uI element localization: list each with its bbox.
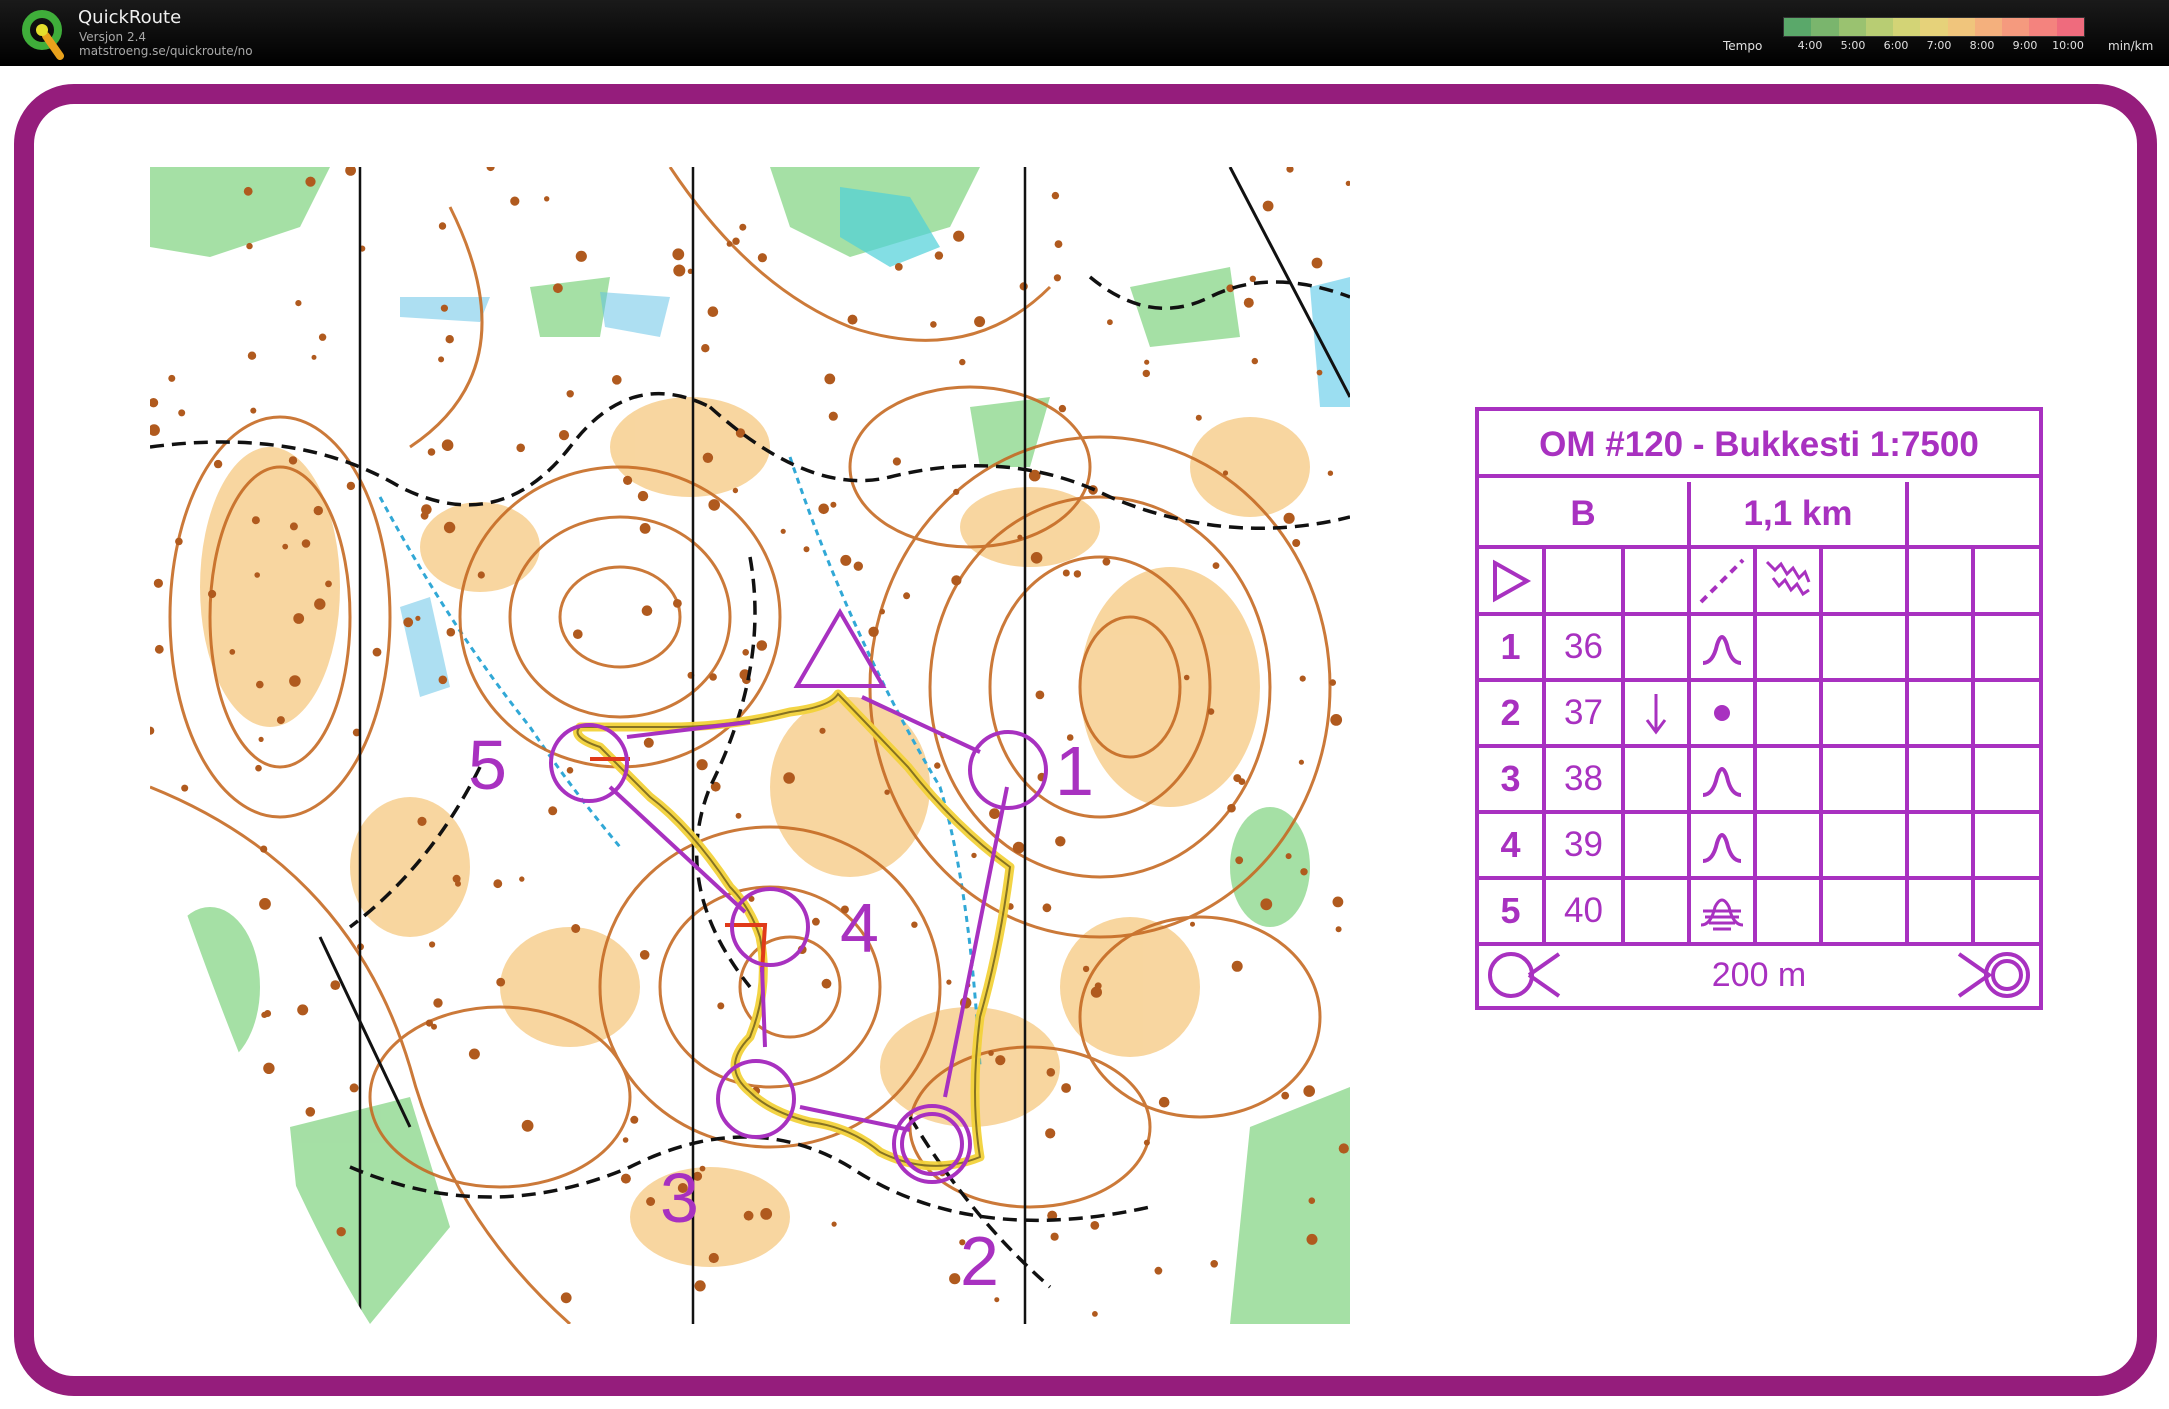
knoll-icon: [1691, 616, 1757, 678]
arrow-down-icon: [1625, 682, 1691, 744]
course-class: B: [1479, 482, 1691, 545]
tempo-swatch: [1838, 18, 1866, 36]
control-number: 5: [1479, 880, 1546, 942]
empty-cell: [1823, 748, 1909, 810]
empty-cell: [1975, 814, 2039, 876]
control-row-3: 3 38: [1479, 748, 2039, 814]
empty-cell: [1975, 616, 2039, 678]
control-number: 4: [1479, 814, 1546, 876]
wall-cell: [1757, 549, 1823, 612]
control-code: 36: [1546, 616, 1625, 678]
marsh-icon: [1691, 880, 1757, 942]
empty-cell: [1975, 682, 2039, 744]
control-number: 2: [1479, 682, 1546, 744]
course-length: 1,1 km: [1691, 482, 1909, 545]
control-code: 37: [1546, 682, 1625, 744]
control-description-sheet: OM #120 - Bukkesti 1:7500 B 1,1 km 1 36 2 3…: [1475, 407, 2043, 1010]
start-symbol-cell: [1479, 549, 1546, 612]
dot-icon: [1691, 682, 1757, 744]
empty-cell: [1975, 880, 2039, 942]
empty-cell: [1823, 616, 1909, 678]
zigzag-icon: [1765, 560, 1811, 596]
control-row-5: 5 40: [1479, 880, 2039, 946]
empty-cell: [1757, 814, 1823, 876]
empty-cell: [1975, 748, 2039, 810]
control-code: 38: [1546, 748, 1625, 810]
tempo-swatch: [1947, 18, 1975, 36]
class-row: B 1,1 km: [1479, 482, 2039, 549]
tempo-swatch: [1865, 18, 1894, 36]
empty-cell: [1625, 814, 1691, 876]
control-row-2: 2 37: [1479, 682, 2039, 748]
empty-cell: [1909, 682, 1975, 744]
tempo-swatch: [1920, 18, 1948, 36]
tempo-swatch: [2002, 18, 2030, 36]
app-url[interactable]: matstroeng.se/quickroute/no: [79, 44, 253, 58]
empty-cell: [1625, 748, 1691, 810]
app-name: QuickRoute: [78, 7, 182, 28]
empty-cell: [1909, 616, 1975, 678]
empty-cell: [1757, 880, 1823, 942]
tempo-swatch: [1811, 18, 1839, 36]
tempo-swatch: [2029, 18, 2057, 36]
control-label-4: 4: [840, 889, 879, 967]
empty-cell: [1909, 748, 1975, 810]
tempo-tick: 10:00: [2052, 39, 2084, 52]
tempo-tick: 6:00: [1883, 39, 1909, 52]
app-header: QuickRoute Versjon 2.4 matstroeng.se/qui…: [0, 0, 2169, 66]
quickroute-logo-icon: [22, 10, 64, 60]
empty-cell: [1757, 616, 1823, 678]
empty-cell: [1823, 682, 1909, 744]
empty-cell: [1823, 814, 1909, 876]
tempo-unit: min/km: [2108, 39, 2154, 53]
control-number: 1: [1479, 616, 1546, 678]
tempo-swatch: [1974, 18, 2003, 36]
tempo-swatch: [2056, 18, 2084, 36]
finish-circle-icon: [1957, 952, 2030, 998]
control-row-4: 4 39: [1479, 814, 2039, 880]
start-row: [1479, 549, 2039, 616]
control-code: 39: [1546, 814, 1625, 876]
tempo-label: Tempo: [1723, 39, 1763, 53]
orienteering-map[interactable]: 1 2 3 4 5: [150, 167, 1350, 1324]
start-triangle-icon: [1492, 559, 1531, 602]
app-version: Versjon 2.4: [79, 30, 147, 44]
control-label-5: 5: [468, 726, 507, 804]
map-canvas: 1 2 3 4 5: [150, 167, 1350, 1324]
tempo-tick: 7:00: [1926, 39, 1952, 52]
empty-cell: [1909, 880, 1975, 942]
tempo-tick: 9:00: [2012, 39, 2038, 52]
path-crossing-cell: [1691, 549, 1757, 612]
control-label-2: 2: [960, 1222, 999, 1300]
knoll-icon: [1691, 748, 1757, 810]
tempo-tick: 4:00: [1797, 39, 1823, 52]
knoll-icon: [1691, 814, 1757, 876]
control-label-3: 3: [660, 1159, 699, 1237]
course-title: OM #120 - Bukkesti 1:7500: [1479, 411, 2039, 478]
finish-row: 200 m: [1479, 944, 2039, 1006]
tempo-color-scale: [1783, 17, 2085, 37]
tempo-tick: 5:00: [1840, 39, 1866, 52]
tempo-tick: 8:00: [1969, 39, 1995, 52]
control-code: 40: [1546, 880, 1625, 942]
tempo-swatch: [1784, 18, 1812, 36]
empty-cell: [1757, 748, 1823, 810]
tempo-swatch: [1893, 18, 1921, 36]
tempo-ticks: 4:00 5:00 6:00 7:00 8:00 9:00 10:00: [1783, 39, 2128, 55]
path-dashed-icon: [1699, 558, 1745, 603]
control-label-1: 1: [1055, 732, 1094, 810]
empty-cell: [1625, 616, 1691, 678]
control-number: 3: [1479, 748, 1546, 810]
empty-cell: [1757, 682, 1823, 744]
empty-cell: [1909, 814, 1975, 876]
control-row-1: 1 36: [1479, 616, 2039, 682]
empty-cell: [1823, 880, 1909, 942]
empty-cell: [1625, 880, 1691, 942]
